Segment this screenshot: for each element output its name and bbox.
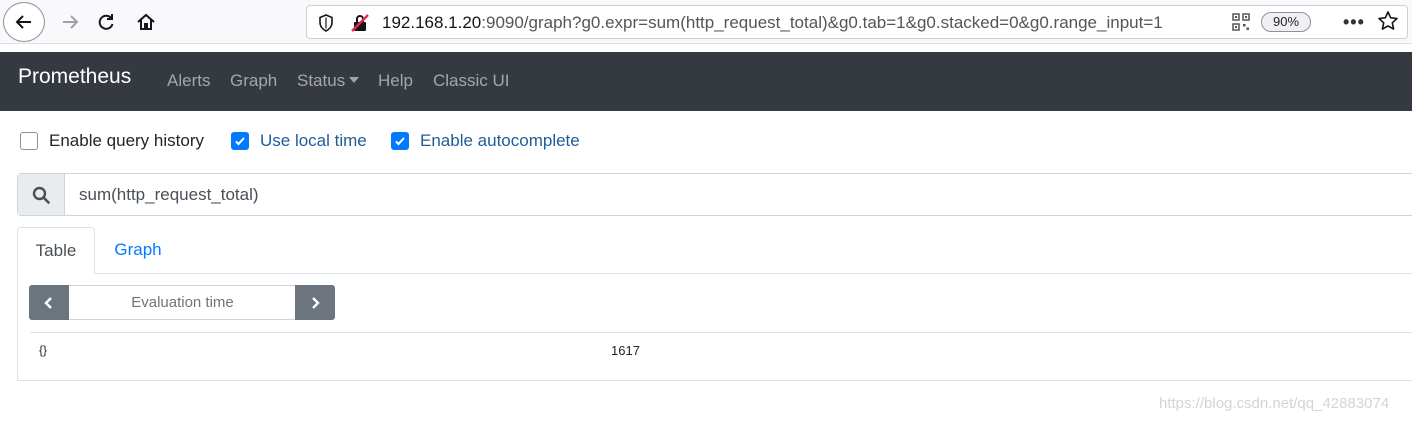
address-bar[interactable]: 192.168.1.20:9090/graph?g0.expr=sum(http…	[306, 5, 1408, 39]
nav-classic-ui[interactable]: Classic UI	[433, 71, 510, 91]
reload-icon	[98, 14, 114, 30]
checkmark-icon	[235, 137, 245, 146]
search-addon	[18, 174, 65, 215]
expression-input-group: sum(http_request_total)	[17, 173, 1412, 216]
nav-help[interactable]: Help	[378, 71, 413, 91]
back-icon	[15, 15, 31, 29]
result-row-value: 1617	[611, 343, 640, 358]
back-button[interactable]	[3, 2, 45, 42]
eval-time-prev-button[interactable]	[29, 285, 69, 320]
checkmark-icon	[395, 137, 405, 146]
forward-icon	[63, 15, 79, 29]
zoom-level-badge[interactable]: 90%	[1261, 12, 1311, 32]
home-icon	[137, 13, 155, 30]
option-local-time[interactable]: Use local time	[231, 130, 367, 152]
result-row-labels: {}	[39, 343, 48, 357]
autocomplete-label: Enable autocomplete	[420, 131, 580, 150]
eval-time-next-button[interactable]	[295, 285, 335, 320]
tab-graph[interactable]: Graph	[95, 227, 181, 273]
top-navbar: Prometheus Alerts Graph Status Help Clas…	[0, 52, 1412, 111]
browser-toolbar: 192.168.1.20:9090/graph?g0.expr=sum(http…	[0, 0, 1412, 44]
forward-button[interactable]	[50, 4, 90, 40]
chevron-down-icon	[349, 77, 360, 83]
option-autocomplete[interactable]: Enable autocomplete	[391, 130, 580, 152]
shield-icon[interactable]	[315, 12, 337, 34]
nav-alerts[interactable]: Alerts	[167, 71, 210, 91]
bookmark-star-icon[interactable]	[1377, 10, 1399, 37]
reload-button[interactable]	[86, 4, 126, 40]
url-path: :9090/graph?g0.expr=sum(http_request_tot…	[481, 13, 1163, 32]
expression-input[interactable]: sum(http_request_total)	[79, 185, 259, 205]
qr-code-icon[interactable]	[1232, 13, 1250, 36]
query-history-label: Enable query history	[49, 131, 204, 150]
query-history-checkbox[interactable]	[20, 132, 38, 150]
watermark-text: https://blog.csdn.net/qq_42883074	[1159, 395, 1390, 412]
brand-logo-text[interactable]: Prometheus	[18, 65, 131, 89]
option-query-history[interactable]: Enable query history	[20, 130, 204, 152]
url-text[interactable]: 192.168.1.20:9090/graph?g0.expr=sum(http…	[382, 13, 1227, 33]
eval-time-input[interactable]: Evaluation time	[69, 285, 296, 320]
nav-status-dropdown[interactable]: Status	[297, 71, 360, 91]
search-icon	[32, 186, 50, 204]
home-button[interactable]	[126, 4, 166, 40]
insecure-lock-icon[interactable]	[349, 12, 371, 34]
local-time-label: Use local time	[260, 131, 367, 150]
tab-table[interactable]: Table	[17, 227, 95, 274]
result-row-divider	[30, 332, 1412, 333]
url-host: 192.168.1.20	[382, 13, 482, 32]
more-icon[interactable]: •••	[1343, 12, 1365, 33]
local-time-checkbox[interactable]	[231, 132, 249, 150]
chevron-left-icon	[44, 296, 52, 309]
nav-graph[interactable]: Graph	[230, 71, 277, 91]
chevron-right-icon	[312, 296, 320, 309]
nav-status-label: Status	[297, 71, 346, 90]
autocomplete-checkbox[interactable]	[391, 132, 409, 150]
